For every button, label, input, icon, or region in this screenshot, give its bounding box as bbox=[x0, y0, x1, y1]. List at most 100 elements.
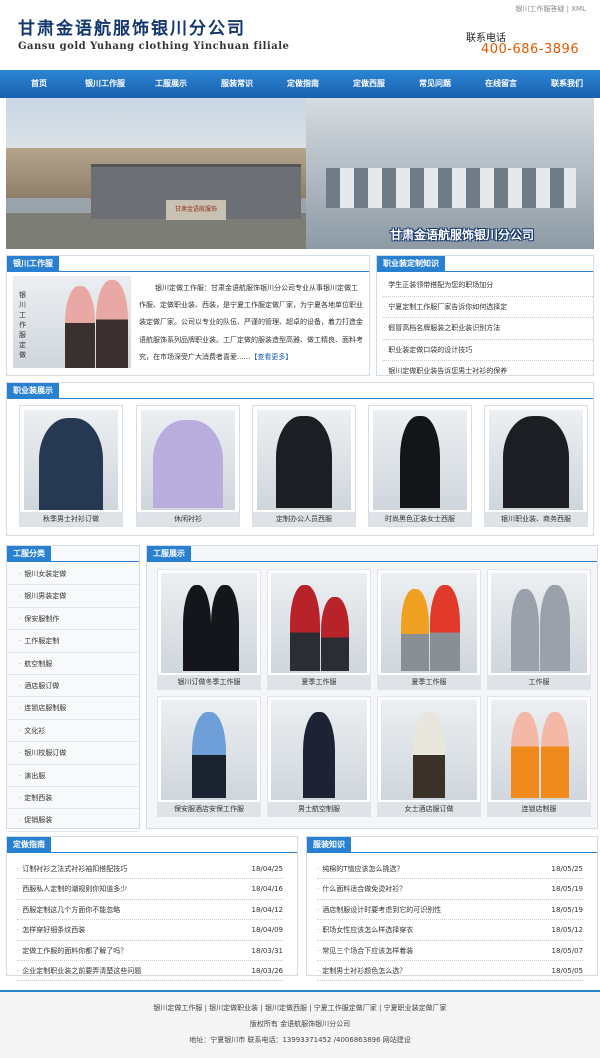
news-title: 企业定制职业装之前要弄清楚这些问题 bbox=[22, 966, 142, 975]
showcase-item[interactable]: 男士航空制服 bbox=[267, 696, 371, 817]
category-label: 定制西装 bbox=[24, 793, 53, 802]
nav-item-knowledge[interactable]: 服装常识 bbox=[204, 70, 270, 98]
knowledge-tab[interactable]: 职业装定制知识 bbox=[377, 256, 445, 272]
showcase-tab[interactable]: 工服展示 bbox=[147, 546, 191, 562]
gallery-section: 职业装展示 秋季男士衬衫订做 休闲衬衫 定制办公人员西服 时尚黑色正装女士西服 … bbox=[6, 382, 594, 536]
tab-divider bbox=[147, 561, 597, 562]
uniform-figure bbox=[541, 712, 569, 798]
logo-chinese[interactable]: 甘肃金语航服饰银川分公司 bbox=[18, 14, 246, 39]
nav-item-showcase[interactable]: 工服展示 bbox=[138, 70, 204, 98]
category-item[interactable]: · 酒店服订做 bbox=[7, 675, 139, 698]
news-title: 酒店制服设计时要考虑到它的可识别性 bbox=[322, 905, 442, 914]
news-row[interactable]: · 西服私人定制的潮规则你知道多少 18/04/16 bbox=[17, 879, 283, 900]
top-links: 银川工作服答疑 | XML bbox=[515, 4, 586, 14]
tab-divider bbox=[7, 852, 297, 853]
news-row[interactable]: · 酒店制服设计时要考虑到它的可识别性 18/05/19 bbox=[317, 900, 583, 921]
list-item-label: 职业装定做口袋的设计技巧 bbox=[388, 345, 473, 354]
nav-item-suits[interactable]: 定做西服 bbox=[336, 70, 402, 98]
nav-item-guide[interactable]: 定做指南 bbox=[270, 70, 336, 98]
category-label: 演出服 bbox=[24, 771, 46, 780]
category-item[interactable]: · 定制西装 bbox=[7, 787, 139, 810]
nav-item-contact[interactable]: 联系我们 bbox=[534, 70, 600, 98]
category-item[interactable]: · 连锁店服制服 bbox=[7, 697, 139, 720]
category-list: · 银川女装定做 · 银川男装定做 · 保安服制作 · 工作服定制 · 航空制服 · 酒店服… bbox=[7, 563, 139, 832]
category-label: 银川校服订做 bbox=[24, 749, 67, 758]
about-body: 银川定做工作服：甘肃金语航服饰银川分公司专业从事银川定做工作服、定做职业装、西装… bbox=[139, 284, 363, 361]
product-image bbox=[271, 700, 367, 800]
news-row[interactable]: · 企业定制职业装之前要弄清楚这些问题 18/03/26 bbox=[17, 961, 283, 982]
category-item[interactable]: · 银川男装定做 bbox=[7, 585, 139, 608]
showcase-item[interactable]: 女士酒店服订做 bbox=[377, 696, 481, 817]
category-item[interactable]: · 银川女装定做 bbox=[7, 563, 139, 586]
news-row[interactable]: · 职场女性应该怎么样选择穿衣 18/05/12 bbox=[317, 920, 583, 941]
news-date: 18/03/26 bbox=[251, 966, 283, 975]
gallery-item[interactable]: 时尚黑色正装女士西服 bbox=[368, 405, 472, 527]
male-uniform-figure bbox=[96, 280, 128, 368]
list-item[interactable]: · 宁夏定制工作服厂家告诉你如何选择定 bbox=[383, 297, 593, 318]
logo-english: Gansu gold Yuhang clothing Yinchuan fili… bbox=[18, 41, 290, 52]
bullet-icon: · bbox=[383, 367, 386, 375]
news-row[interactable]: · 常见三个场合下应该怎样着装 18/05/07 bbox=[317, 941, 583, 961]
category-item[interactable]: · 银川校服订做 bbox=[7, 742, 139, 765]
list-item[interactable]: · 假冒高档名牌服装之职业装识别方法 bbox=[383, 318, 593, 340]
bullet-icon: · bbox=[19, 726, 22, 735]
news-row[interactable]: · 西服定制这几个方面你不能忽略 18/04/12 bbox=[17, 900, 283, 921]
bullet-icon: · bbox=[19, 793, 22, 802]
knowledge-section: 职业装定制知识 · 学生正装领带搭配为您的职场加分 · 宁夏定制工作服厂家告诉你如何… bbox=[376, 255, 594, 383]
about-tab[interactable]: 银川工作服 bbox=[7, 256, 59, 272]
news-title: 什么面料适合做免烫衬衫？ bbox=[322, 885, 407, 894]
female-uniform-figure bbox=[65, 286, 95, 368]
footer-links[interactable]: 银川定做工作服 | 银川定做职业装 | 银川定做西服 | 宁夏工作服定做厂家 |… bbox=[0, 1000, 600, 1016]
news-row[interactable]: · 纯棉的T恤应该怎么挑选？ 18/05/25 bbox=[317, 859, 583, 880]
news-row[interactable]: · 订制衬衫之法式衬衫袖扣搭配技巧 18/04/25 bbox=[17, 859, 283, 880]
showcase-caption: 女士酒店服订做 bbox=[378, 802, 480, 816]
category-label: 文化衫 bbox=[24, 726, 46, 735]
news-row[interactable]: · 定做工作服的面料你都了解了吗？ 18/03/31 bbox=[17, 941, 283, 961]
showcase-item[interactable]: 保安服酒店安保工作服 bbox=[157, 696, 261, 817]
showcase-caption: 夏季工作服 bbox=[378, 675, 480, 689]
nav-item-message[interactable]: 在线留言 bbox=[468, 70, 534, 98]
category-item[interactable]: · 保安服制作 bbox=[7, 608, 139, 631]
gallery-item[interactable]: 休闲衬衫 bbox=[136, 405, 240, 527]
category-item[interactable]: · 演出服 bbox=[7, 765, 139, 787]
guide-tab[interactable]: 定做指南 bbox=[7, 837, 51, 853]
showcase-item[interactable]: 工作服 bbox=[487, 569, 591, 690]
showcase-item[interactable]: 夏季工作服 bbox=[267, 569, 371, 690]
news-row[interactable]: · 什么面料适合做免烫衬衫？ 18/05/19 bbox=[317, 879, 583, 900]
uniform-figure bbox=[303, 712, 335, 798]
showcase-item[interactable]: 银川订做冬季工作服 bbox=[157, 569, 261, 690]
news-date: 18/03/31 bbox=[251, 946, 283, 955]
bullet-icon: · bbox=[383, 281, 386, 289]
category-item[interactable]: · 工作服定制 bbox=[7, 630, 139, 653]
clothing-knowledge-tab[interactable]: 服装知识 bbox=[307, 837, 351, 853]
showcase-item[interactable]: 连锁店制服 bbox=[487, 696, 591, 817]
nav-item-workwear[interactable]: 银川工作服 bbox=[72, 70, 138, 98]
nav-item-home[interactable]: 首页 bbox=[6, 70, 72, 98]
category-tab[interactable]: 工服分类 bbox=[7, 546, 51, 562]
news-row[interactable]: · 怎样穿好细条纹西装 18/04/09 bbox=[17, 920, 283, 941]
top-link-xml[interactable]: XML bbox=[571, 5, 586, 13]
showcase-caption: 连锁店制服 bbox=[488, 802, 590, 816]
product-image bbox=[489, 410, 583, 510]
gallery-item[interactable]: 秋季男士衬衫订做 bbox=[19, 405, 123, 527]
nav-item-faq[interactable]: 常见问题 bbox=[402, 70, 468, 98]
read-more-link[interactable]: 【查看更多】 bbox=[250, 353, 292, 361]
bullet-icon: · bbox=[17, 966, 20, 975]
showcase-item[interactable]: 夏季工作服 bbox=[377, 569, 481, 690]
news-date: 18/04/12 bbox=[251, 905, 283, 914]
gallery-tab[interactable]: 职业装展示 bbox=[7, 383, 59, 399]
list-item[interactable]: · 银川定做职业装告诉您男士衬衫的保养 bbox=[383, 361, 593, 383]
suit-shape bbox=[400, 416, 440, 508]
category-item[interactable]: · 促销服装 bbox=[7, 809, 139, 832]
suit-shape bbox=[503, 416, 569, 508]
category-label: 保安服制作 bbox=[24, 614, 60, 623]
category-item[interactable]: · 航空制服 bbox=[7, 653, 139, 675]
gallery-item[interactable]: 定制办公人员西服 bbox=[252, 405, 356, 527]
top-link-faq[interactable]: 银川工作服答疑 bbox=[515, 5, 564, 13]
category-section: 工服分类 · 银川女装定做 · 银川男装定做 · 保安服制作 · 工作服定制 · 航空制服… bbox=[6, 545, 140, 832]
news-row[interactable]: · 定制男士衬衫颜色怎么选？ 18/05/05 bbox=[317, 961, 583, 982]
list-item[interactable]: · 学生正装领带搭配为您的职场加分 bbox=[383, 275, 593, 297]
gallery-item[interactable]: 银川职业装、商务西服 bbox=[484, 405, 588, 527]
list-item[interactable]: · 职业装定做口袋的设计技巧 bbox=[383, 340, 593, 361]
category-item[interactable]: · 文化衫 bbox=[7, 720, 139, 743]
